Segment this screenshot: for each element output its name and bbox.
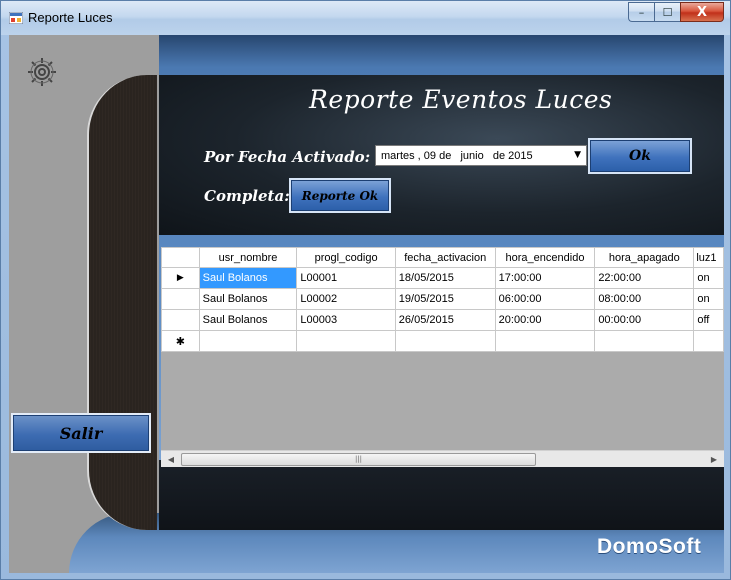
- row-header-cell[interactable]: [161, 309, 200, 331]
- table-cell[interactable]: L00003: [296, 309, 396, 331]
- chevron-down-icon[interactable]: ▼: [574, 150, 581, 160]
- dark-side-pillar: [87, 75, 157, 530]
- date-picker[interactable]: martes , 09 de junio de 2015 ▼: [375, 145, 587, 166]
- grid-table: usr_nombre progl_codigo fecha_activacion…: [161, 247, 724, 352]
- table-cell[interactable]: 26/05/2015: [394, 309, 496, 331]
- grid-header-row: usr_nombre progl_codigo fecha_activacion…: [161, 247, 724, 268]
- app-window: Reporte Luces – ☐ X Reporte Eventos Luce…: [0, 0, 731, 580]
- table-cell[interactable]: on: [693, 288, 724, 310]
- column-header[interactable]: usr_nombre: [198, 247, 298, 268]
- ok-button[interactable]: Ok: [588, 138, 692, 174]
- table-cell[interactable]: 06:00:00: [494, 288, 596, 310]
- salir-button[interactable]: Salir: [11, 413, 151, 453]
- table-cell[interactable]: [494, 330, 596, 352]
- brand-logo: DomoSoft: [597, 535, 702, 558]
- window-title: Reporte Luces: [28, 10, 113, 25]
- table-cell[interactable]: [594, 330, 695, 352]
- table-cell[interactable]: 19/05/2015: [394, 288, 496, 310]
- table-cell[interactable]: 17:00:00: [494, 267, 596, 289]
- close-button[interactable]: X: [680, 2, 724, 22]
- reporte-ok-button[interactable]: Reporte Ok: [289, 178, 391, 213]
- maximize-button[interactable]: ☐: [654, 2, 680, 22]
- table-cell[interactable]: [394, 330, 496, 352]
- horizontal-scrollbar[interactable]: ◀ ||| ▶: [161, 450, 724, 467]
- table-row[interactable]: ▶ Saul Bolanos L00001 18/05/2015 17:00:0…: [161, 267, 724, 289]
- scroll-thumb[interactable]: |||: [181, 453, 536, 466]
- column-header[interactable]: luz1: [693, 247, 724, 268]
- table-cell[interactable]: [198, 330, 298, 352]
- fecha-label: Por Fecha Activado:: [204, 148, 371, 166]
- new-row[interactable]: ✱: [161, 330, 724, 352]
- column-header[interactable]: hora_apagado: [594, 247, 695, 268]
- scroll-right-icon[interactable]: ▶: [707, 453, 721, 466]
- table-cell[interactable]: Saul Bolanos: [198, 267, 298, 289]
- scroll-left-icon[interactable]: ◀: [164, 453, 178, 466]
- table-cell[interactable]: 22:00:00: [594, 267, 695, 289]
- new-row-indicator[interactable]: ✱: [161, 330, 200, 352]
- grid-corner-cell[interactable]: [161, 247, 200, 268]
- row-header-cell[interactable]: [161, 288, 200, 310]
- table-cell[interactable]: L00002: [296, 288, 396, 310]
- table-cell[interactable]: 20:00:00: [494, 309, 596, 331]
- window-controls: – ☐ X: [628, 2, 724, 22]
- table-cell[interactable]: Saul Bolanos: [198, 288, 298, 310]
- current-row-indicator[interactable]: ▶: [161, 267, 200, 289]
- completa-label: Completa:: [204, 187, 290, 205]
- table-cell[interactable]: [296, 330, 396, 352]
- table-row[interactable]: Saul Bolanos L00002 19/05/2015 06:00:00 …: [161, 288, 724, 310]
- minimize-button[interactable]: –: [628, 2, 654, 22]
- table-cell[interactable]: L00001: [296, 267, 396, 289]
- column-header[interactable]: fecha_activacion: [394, 247, 496, 268]
- table-cell[interactable]: off: [693, 309, 724, 331]
- table-cell[interactable]: 18/05/2015: [394, 267, 496, 289]
- table-cell[interactable]: 00:00:00: [594, 309, 695, 331]
- table-cell[interactable]: Saul Bolanos: [198, 309, 298, 331]
- title-bar[interactable]: Reporte Luces – ☐ X: [1, 1, 730, 35]
- date-picker-value: martes , 09 de junio de 2015: [381, 149, 533, 162]
- lower-dark-panel: [159, 460, 724, 530]
- table-row[interactable]: Saul Bolanos L00003 26/05/2015 20:00:00 …: [161, 309, 724, 331]
- report-data-grid[interactable]: usr_nombre progl_codigo fecha_activacion…: [161, 247, 724, 457]
- column-header[interactable]: progl_codigo: [296, 247, 396, 268]
- form-client-area: Reporte Eventos Luces Por Fecha Activado…: [9, 35, 724, 573]
- form-title: Reporte Eventos Luces: [309, 85, 613, 114]
- table-cell[interactable]: [693, 330, 724, 352]
- table-cell[interactable]: 08:00:00: [594, 288, 695, 310]
- app-icon: [9, 12, 23, 24]
- table-cell[interactable]: on: [693, 267, 724, 289]
- gear-icon[interactable]: [25, 55, 59, 89]
- column-header[interactable]: hora_encendido: [494, 247, 596, 268]
